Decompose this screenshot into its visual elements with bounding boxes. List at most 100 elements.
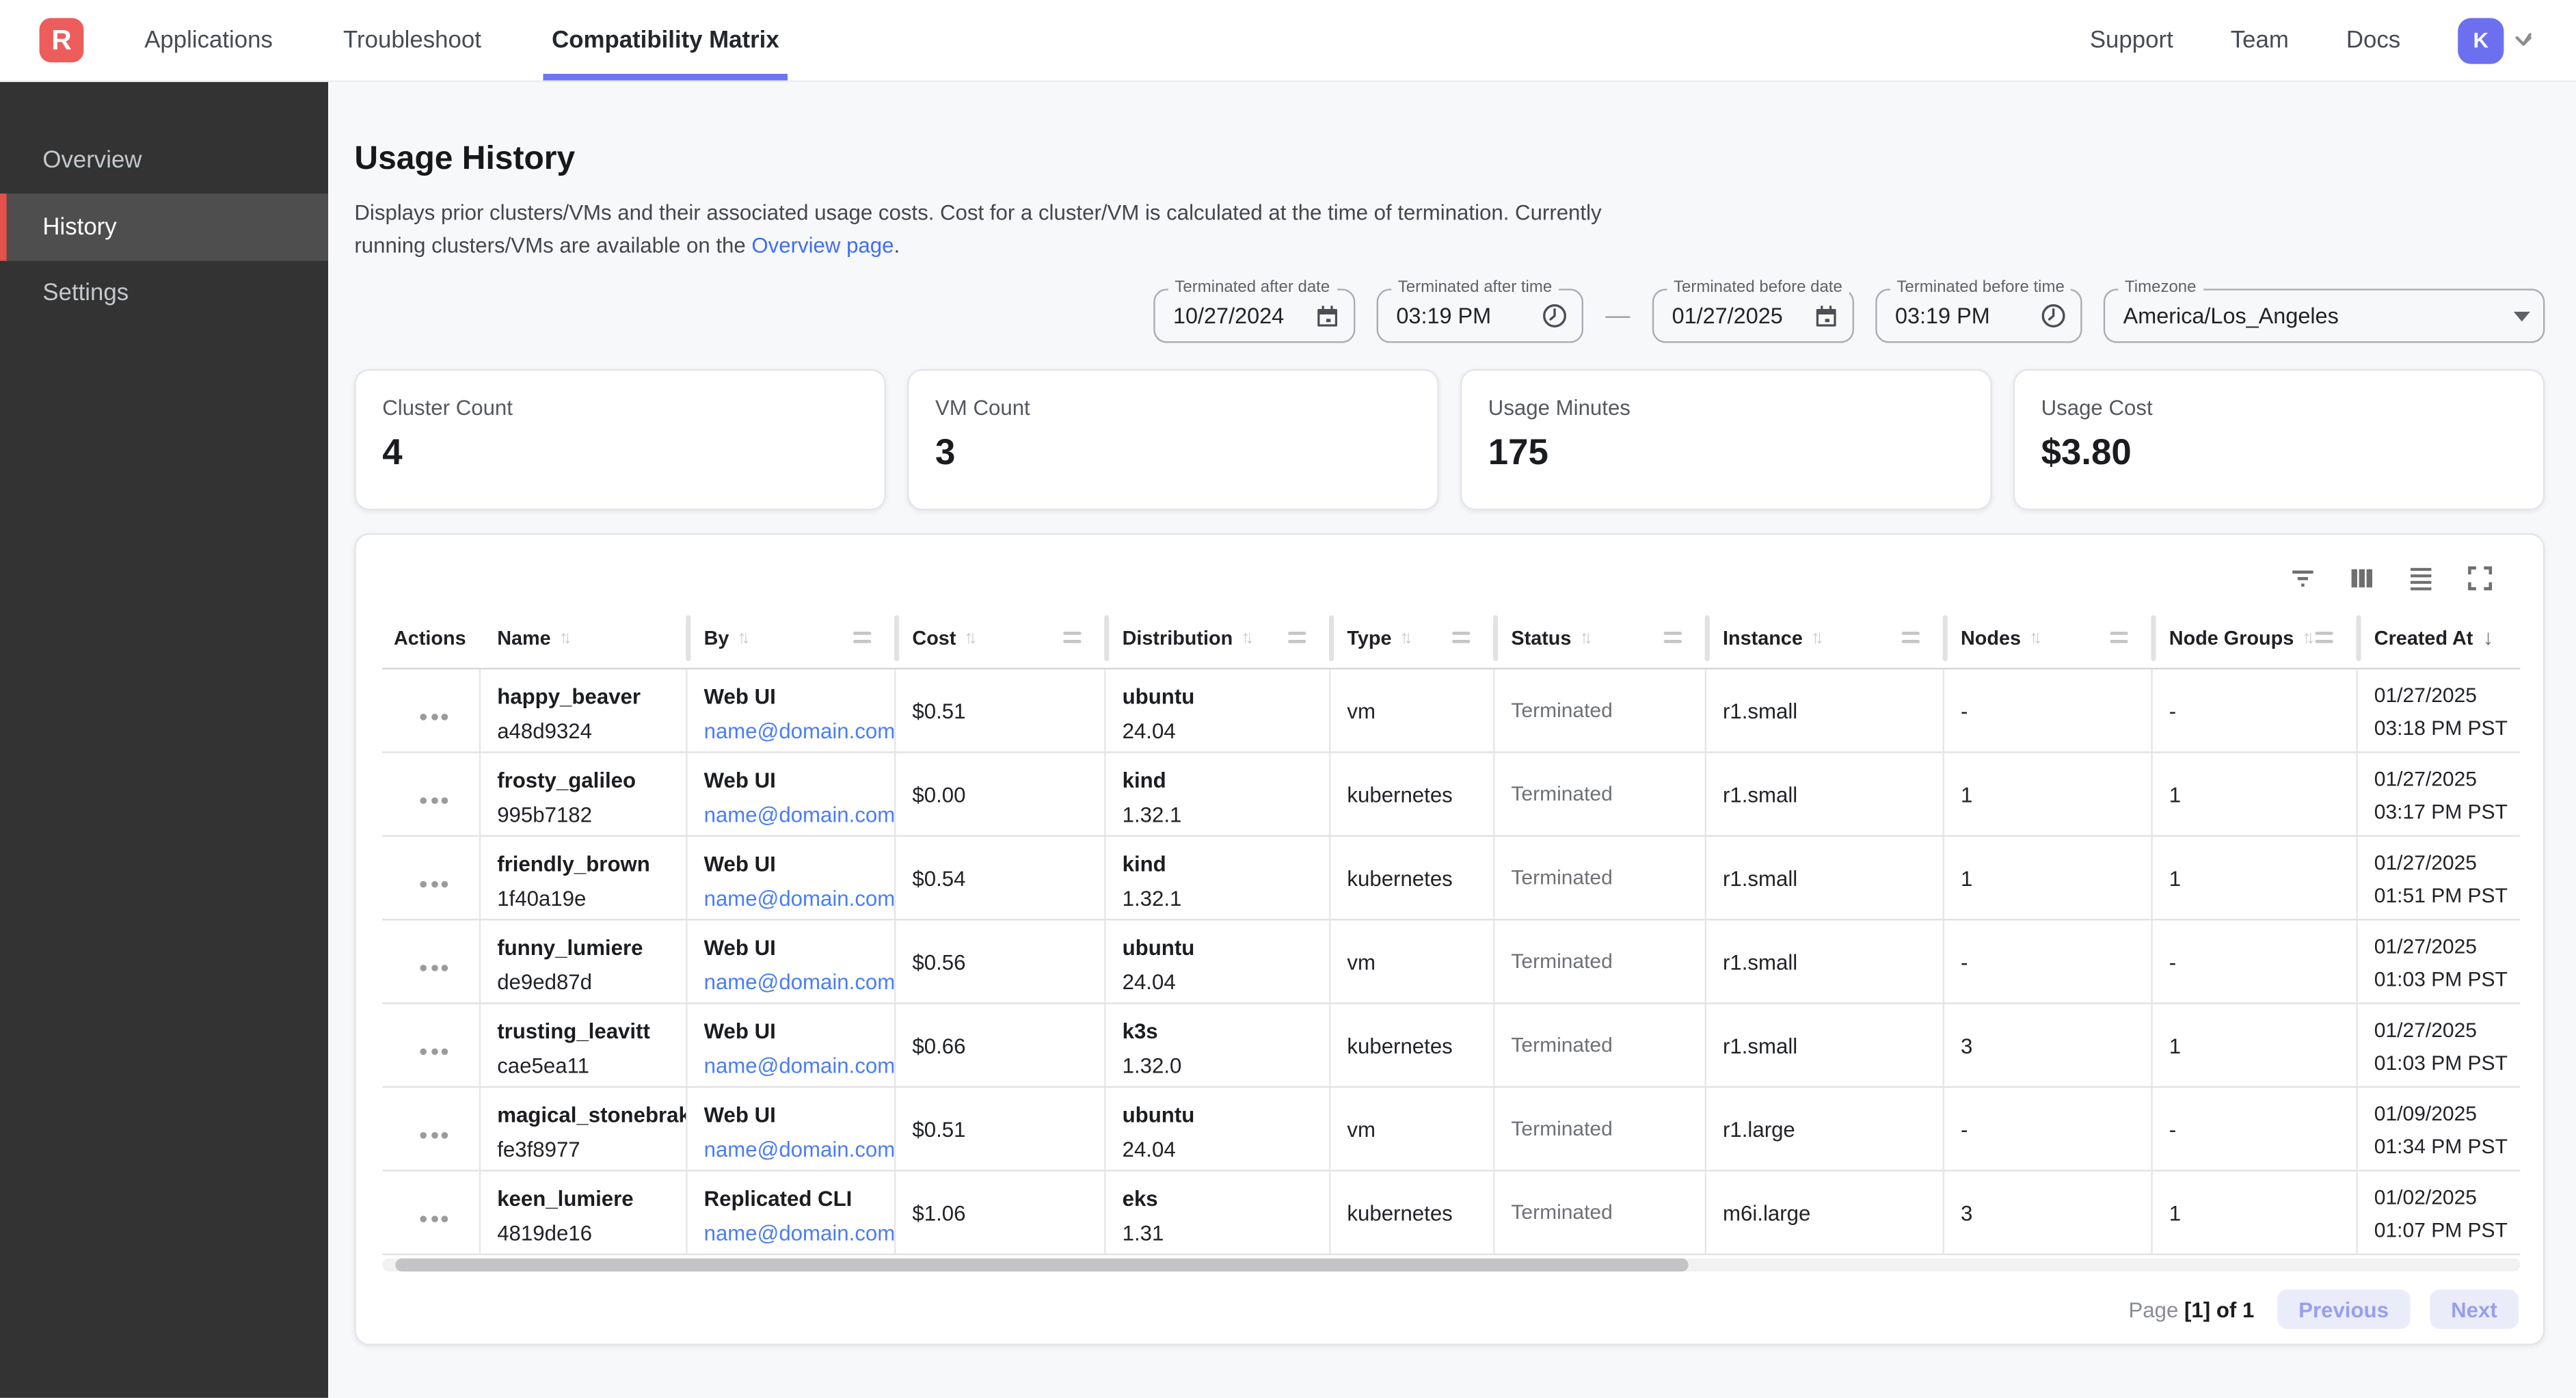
- stat-label: Cluster Count: [382, 395, 858, 420]
- column-header-status[interactable]: Status↑↓: [1494, 607, 1706, 668]
- calendar-icon[interactable]: [1314, 303, 1340, 329]
- timezone-select[interactable]: Timezone America/Los_Angeles: [2104, 288, 2545, 342]
- node-groups-cell: 1: [2153, 753, 2358, 835]
- tab-troubleshoot[interactable]: Troubleshoot: [335, 0, 489, 81]
- table-row: trusting_leavittcae5ea11 Web UIname@doma…: [382, 1004, 2520, 1088]
- column-header-by[interactable]: By↑↓: [688, 607, 896, 668]
- type-cell: kubernetes: [1330, 753, 1494, 835]
- terminated-before-time-input[interactable]: Terminated before time 03:19 PM: [1875, 288, 2082, 342]
- column-menu-handle[interactable]: [1452, 632, 1470, 643]
- sidebar-item-history[interactable]: History: [0, 193, 328, 260]
- column-menu-handle[interactable]: [853, 632, 871, 643]
- by-cell: Web UIname@domain.com: [688, 669, 896, 751]
- account-menu[interactable]: K: [2458, 17, 2536, 63]
- nav-link-support[interactable]: Support: [2090, 27, 2173, 53]
- by-email-link[interactable]: name@domain.com: [704, 1047, 885, 1084]
- distribution-name: ubuntu: [1123, 932, 1319, 963]
- horizontal-scrollbar-thumb[interactable]: [395, 1259, 1688, 1272]
- row-actions-button[interactable]: [399, 713, 469, 720]
- node-groups-cell: 1: [2153, 1172, 2358, 1254]
- type-cell: vm: [1330, 920, 1494, 1002]
- sidebar-item-overview[interactable]: Overview: [0, 128, 328, 193]
- cluster-name: frosty_galileo: [497, 764, 676, 796]
- overview-page-link[interactable]: Overview page: [751, 232, 894, 257]
- replicated-logo[interactable]: R: [40, 18, 84, 62]
- nav-link-team[interactable]: Team: [2231, 27, 2289, 53]
- terminated-after-time-input[interactable]: Terminated after time 03:19 PM: [1377, 288, 1583, 342]
- column-menu-handle[interactable]: [1664, 632, 1682, 643]
- column-header-cost[interactable]: Cost↑↓: [896, 607, 1105, 668]
- by-cell: Web UIname@domain.com: [688, 753, 896, 835]
- distribution-version: 1.31: [1123, 1214, 1319, 1252]
- density-icon[interactable]: [2404, 561, 2437, 594]
- by-cell: Web UIname@domain.com: [688, 1088, 896, 1170]
- calendar-icon[interactable]: [1813, 303, 1839, 329]
- row-actions-button[interactable]: [399, 796, 469, 803]
- column-menu-handle[interactable]: [2110, 632, 2128, 643]
- distribution-name: kind: [1123, 848, 1319, 880]
- row-actions-button[interactable]: [399, 1131, 469, 1138]
- column-menu-handle[interactable]: [1288, 632, 1306, 643]
- column-header-nodes[interactable]: Nodes↑↓: [1944, 607, 2153, 668]
- cluster-name: trusting_leavitt: [497, 1016, 676, 1047]
- by-email-link[interactable]: name@domain.com: [704, 1131, 885, 1168]
- created-date: 01/27/2025: [2374, 680, 2510, 712]
- terminated-after-date-input[interactable]: Terminated after date 10/27/2024: [1153, 288, 1355, 342]
- table-footer: Page [1] of 1 Previous Next: [382, 1272, 2519, 1347]
- by-email-link[interactable]: name@domain.com: [704, 712, 885, 750]
- avatar: K: [2458, 17, 2504, 63]
- previous-page-button[interactable]: Previous: [2277, 1289, 2410, 1329]
- row-actions-button[interactable]: [399, 964, 469, 971]
- by-source: Web UI: [704, 1016, 885, 1047]
- column-header-name[interactable]: Name↑↓: [481, 607, 687, 668]
- clock-icon[interactable]: [2039, 302, 2067, 330]
- column-header-created-at[interactable]: Created At↓: [2358, 607, 2521, 668]
- tab-applications[interactable]: Applications: [136, 0, 281, 81]
- sidebar-item-settings[interactable]: Settings: [0, 261, 328, 327]
- horizontal-scrollbar: [382, 1259, 2520, 1272]
- by-email-link[interactable]: name@domain.com: [704, 879, 885, 917]
- fullscreen-icon[interactable]: [2463, 561, 2495, 594]
- nodes-cell: -: [1944, 920, 2153, 1002]
- created-time: 01:07 PM PST: [2374, 1214, 2510, 1247]
- node-groups-cell: -: [2153, 920, 2358, 1002]
- row-actions-cell: [382, 1004, 481, 1086]
- by-email-link[interactable]: name@domain.com: [704, 1214, 885, 1252]
- column-header-node-groups[interactable]: Node Groups↑↓: [2153, 607, 2358, 668]
- nav-tabs: Applications Troubleshoot Compatibility …: [136, 0, 788, 81]
- column-header-instance[interactable]: Instance↑↓: [1706, 607, 1944, 668]
- column-header-type[interactable]: Type↑↓: [1330, 607, 1494, 668]
- main-content: Usage History Displays prior clusters/VM…: [328, 82, 2576, 1398]
- terminated-before-date-input[interactable]: Terminated before date 01/27/2025: [1652, 288, 1854, 342]
- column-menu-handle[interactable]: [1063, 632, 1081, 643]
- name-cell: keen_lumiere4819de16: [481, 1172, 687, 1254]
- table-header-row: Actions Name↑↓ By↑↓ Cost↑↓ Distribution↑…: [382, 607, 2520, 669]
- instance-cell: r1.small: [1706, 1004, 1944, 1086]
- distribution-cell: kind1.32.1: [1106, 753, 1331, 835]
- page-indicator: Page [1] of 1: [2128, 1297, 2254, 1321]
- cost-cell: $1.06: [896, 1172, 1105, 1254]
- table-toolbar: [382, 535, 2519, 607]
- column-header-distribution[interactable]: Distribution↑↓: [1106, 607, 1331, 668]
- instance-cell: r1.large: [1706, 1088, 1944, 1170]
- tab-compatibility-matrix[interactable]: Compatibility Matrix: [544, 0, 788, 81]
- column-menu-handle[interactable]: [2315, 632, 2333, 643]
- nav-link-docs[interactable]: Docs: [2346, 27, 2400, 53]
- stat-value: 4: [382, 431, 858, 474]
- filter-icon[interactable]: [2285, 561, 2318, 594]
- by-cell: Web UIname@domain.com: [688, 1004, 896, 1086]
- columns-icon[interactable]: [2345, 561, 2378, 594]
- row-actions-cell: [382, 669, 481, 751]
- row-actions-button[interactable]: [399, 1047, 469, 1054]
- row-actions-button[interactable]: [399, 1215, 469, 1222]
- column-menu-handle[interactable]: [1902, 632, 1920, 643]
- by-email-link[interactable]: name@domain.com: [704, 796, 885, 833]
- distribution-cell: ubuntu24.04: [1106, 669, 1331, 751]
- status-cell: Terminated: [1494, 837, 1706, 919]
- next-page-button[interactable]: Next: [2430, 1289, 2519, 1329]
- row-actions-button[interactable]: [399, 881, 469, 887]
- clock-icon[interactable]: [1541, 302, 1569, 330]
- by-email-link[interactable]: name@domain.com: [704, 963, 885, 1001]
- stat-value: 175: [1488, 431, 1964, 474]
- stat-card-usage-minutes: Usage Minutes 175: [1460, 369, 1992, 510]
